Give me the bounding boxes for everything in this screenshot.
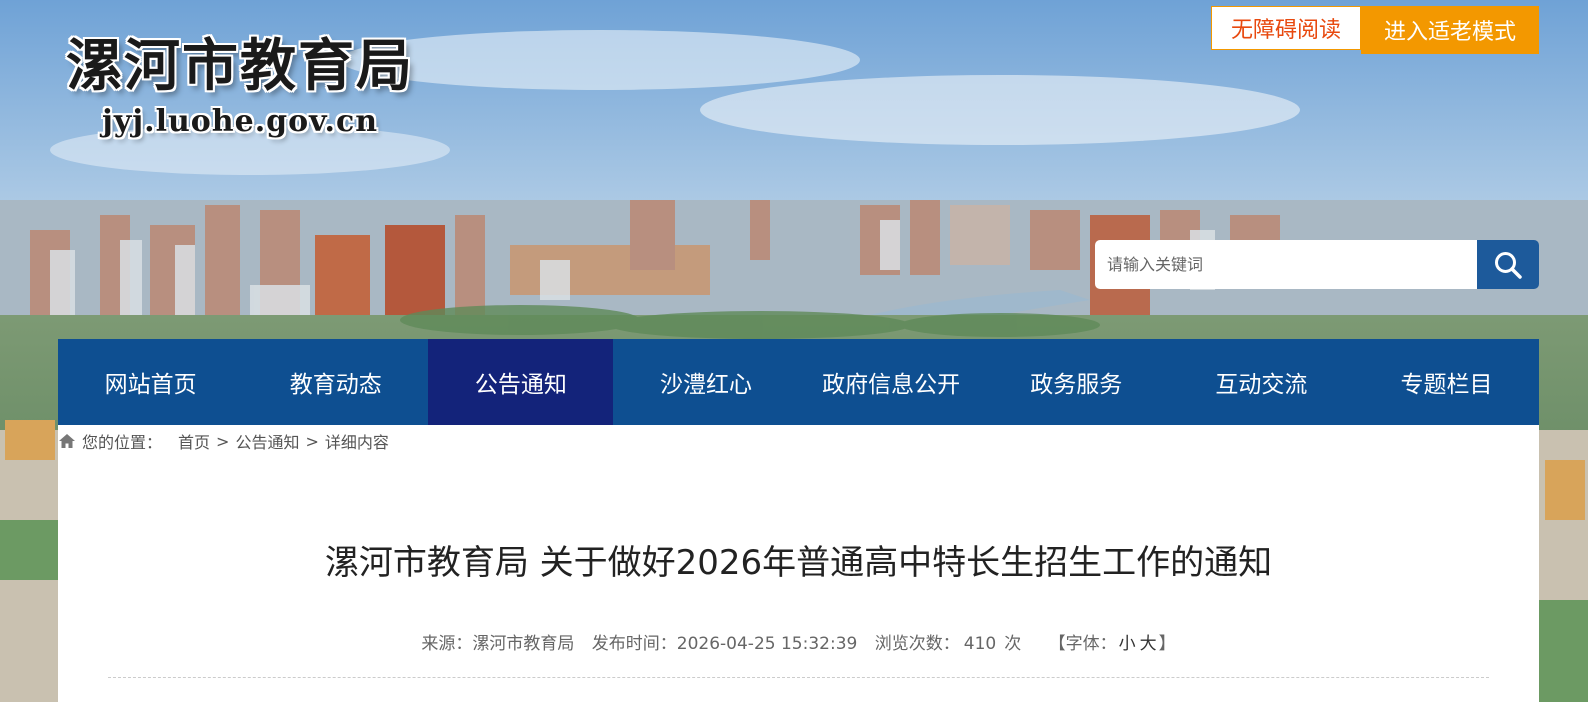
search-box — [1095, 240, 1539, 289]
source-field: 来源：漯河市教育局 — [421, 634, 574, 654]
nav-item-gov-services[interactable]: 政务服务 — [984, 339, 1169, 425]
font-size-label: 【字体： — [1048, 634, 1117, 654]
breadcrumb: 您的位置： 首页 > 公告通知 > 详细内容 — [58, 429, 389, 453]
breadcrumb-home-link[interactable]: 首页 — [178, 429, 210, 453]
article-title: 漯河市教育局 关于做好2026年普通高中特长生招生工作的通知 — [324, 543, 1273, 583]
elder-mode-button[interactable]: 进入适老模式 — [1361, 6, 1539, 54]
nav-item-announcements[interactable]: 公告通知 — [428, 339, 614, 425]
source-value: 漯河市教育局 — [472, 634, 575, 654]
article-meta: 来源：漯河市教育局 发布时间：2026-04-25 15:32:39 浏览次数：… — [58, 629, 1539, 654]
top-toolbar: 无障碍阅读 进入适老模式 — [1211, 6, 1539, 54]
font-small-link[interactable]: 小 — [1119, 634, 1136, 654]
breadcrumb-announcements-link[interactable]: 公告通知 — [235, 429, 299, 453]
site-logo[interactable]: 漯河市教育局 jyj.luohe.gov.cn — [66, 38, 414, 139]
search-button[interactable] — [1477, 240, 1539, 289]
font-size-close: 】 — [1158, 634, 1176, 654]
nav-item-special-topics[interactable]: 专题栏目 — [1354, 339, 1539, 425]
content-panel: 您的位置： 首页 > 公告通知 > 详细内容 漯河市教育局 关于做好2026年普… — [58, 425, 1539, 702]
search-icon — [1495, 251, 1522, 279]
breadcrumb-separator: > — [305, 431, 319, 451]
publish-time-value: 2026-04-25 15:32:39 — [676, 634, 858, 654]
breadcrumb-separator: > — [216, 431, 230, 451]
main-nav: 网站首页 教育动态 公告通知 沙澧红心 政府信息公开 政务服务 互动交流 专题栏… — [58, 339, 1539, 425]
breadcrumb-prefix: 您的位置： — [82, 433, 163, 452]
site-name: 漯河市教育局 — [66, 33, 414, 99]
search-input[interactable] — [1095, 240, 1477, 289]
accessible-reading-button[interactable]: 无障碍阅读 — [1211, 6, 1361, 50]
view-count-field: 浏览次数： 410 次 — [875, 634, 1021, 654]
nav-item-gov-info[interactable]: 政府信息公开 — [799, 339, 984, 425]
nav-item-interaction[interactable]: 互动交流 — [1169, 339, 1354, 425]
nav-item-home[interactable]: 网站首页 — [58, 339, 243, 425]
view-count-label: 浏览次数： — [874, 634, 960, 654]
view-count-unit: 次 — [1004, 634, 1022, 654]
breadcrumb-current: 详细内容 — [324, 433, 389, 452]
font-size-control: 【字体：小大】 — [1039, 634, 1176, 654]
publish-time-label: 发布时间： — [591, 634, 677, 654]
nav-item-education-news[interactable]: 教育动态 — [243, 339, 428, 425]
publish-time-field: 发布时间：2026-04-25 15:32:39 — [592, 634, 858, 654]
site-domain: jyj.luohe.gov.cn — [102, 104, 379, 139]
source-label: 来源： — [421, 634, 473, 654]
home-icon — [59, 434, 75, 448]
font-large-link[interactable]: 大 — [1140, 634, 1157, 654]
nav-item-shali-hongxin[interactable]: 沙澧红心 — [613, 339, 798, 425]
meta-divider — [108, 677, 1489, 678]
view-count-value: 410 — [963, 634, 997, 654]
